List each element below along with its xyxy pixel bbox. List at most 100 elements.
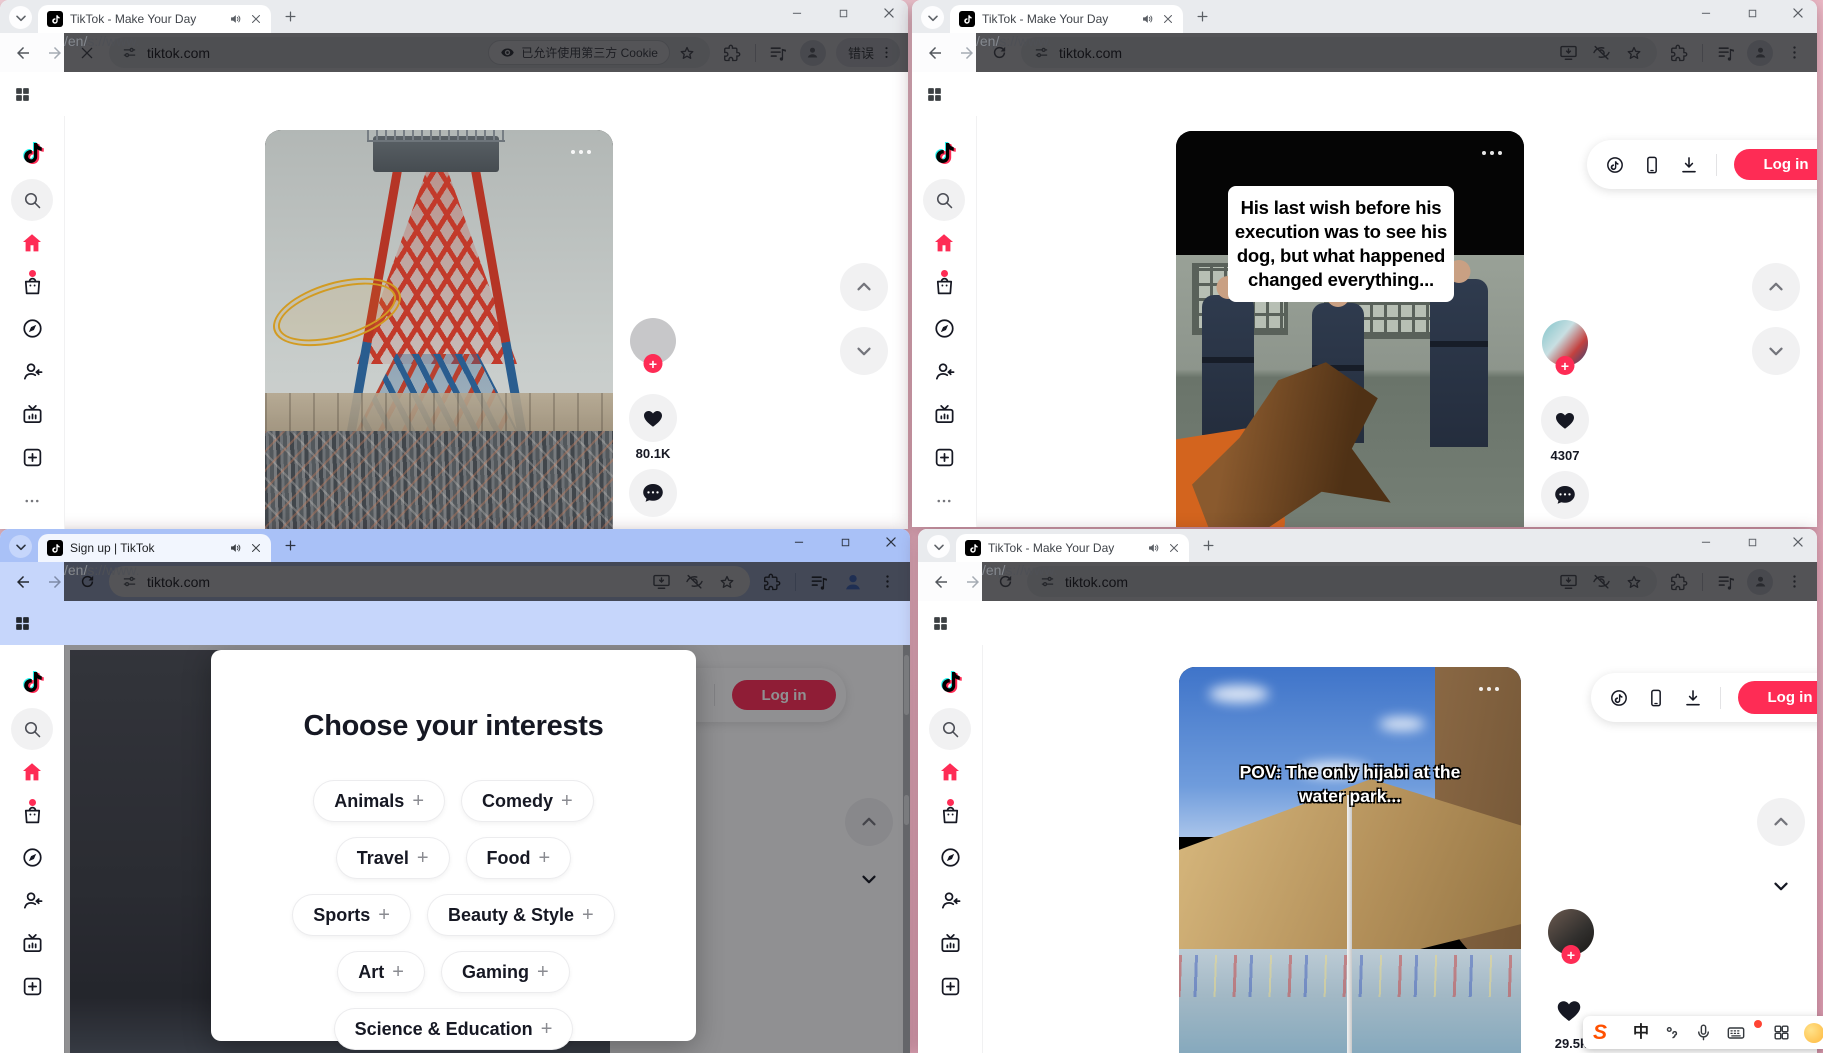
sidebar-upload[interactable]	[21, 965, 44, 1008]
tiktok-logo[interactable]	[931, 138, 957, 168]
sidebar-home[interactable]	[20, 221, 44, 264]
interest-animals[interactable]: Animals+	[314, 781, 444, 821]
new-tab-button[interactable]	[1201, 538, 1216, 553]
creator-avatar[interactable]: +	[1542, 320, 1588, 366]
sidebar-shop[interactable]	[933, 264, 956, 307]
tab-audio-icon[interactable]	[1141, 12, 1155, 26]
sogou-logo[interactable]: S	[1593, 1022, 1607, 1043]
creator-avatar[interactable]: +	[1548, 909, 1594, 955]
video-more-options-icon[interactable]	[1479, 687, 1499, 691]
interest-sports[interactable]: Sports+	[293, 895, 410, 935]
tab-search-button[interactable]	[921, 6, 944, 29]
follow-plus-icon[interactable]: +	[1556, 356, 1575, 375]
maximize-button[interactable]	[832, 2, 854, 24]
sidebar-following[interactable]	[939, 879, 962, 922]
sidebar-explore[interactable]	[21, 307, 44, 350]
sidebar-live[interactable]	[21, 922, 44, 965]
sidebar-search[interactable]	[11, 707, 53, 750]
tab-search-button[interactable]	[9, 6, 32, 29]
punctuation-mode-icon[interactable]	[1662, 1023, 1681, 1042]
sidebar-upload[interactable]	[21, 436, 44, 479]
input-language-toggle[interactable]: 中	[1633, 1025, 1649, 1041]
follow-plus-icon[interactable]: +	[644, 354, 663, 373]
tiktok-logo[interactable]	[937, 667, 963, 697]
url-text[interactable]: https://www.tiktok.com/en/	[147, 574, 652, 590]
download-icon[interactable]	[1683, 688, 1703, 708]
next-video-button[interactable]	[1752, 327, 1800, 375]
sidebar-home[interactable]	[932, 221, 956, 264]
sidebar-following[interactable]	[933, 350, 956, 393]
like-button[interactable]	[629, 394, 677, 442]
video-more-options-icon[interactable]	[571, 150, 591, 154]
next-video-button[interactable]	[1757, 862, 1805, 910]
coins-icon[interactable]	[1605, 155, 1625, 175]
apps-grid-icon[interactable]	[925, 85, 944, 104]
video-player-ride[interactable]	[265, 130, 613, 529]
next-video-button[interactable]	[840, 327, 888, 375]
sidebar-explore[interactable]	[933, 307, 956, 350]
tab-signup[interactable]: Sign up | TikTok	[38, 534, 271, 562]
minimize-button[interactable]	[1695, 531, 1717, 553]
sidebar-explore[interactable]	[939, 836, 962, 879]
address-bar[interactable]: https://www.tiktok.com/en/ 已允许使用第三方 Cook…	[109, 37, 710, 68]
sidebar-more[interactable]	[935, 479, 953, 522]
creator-avatar[interactable]: +	[630, 318, 676, 364]
sidebar-upload[interactable]	[933, 436, 956, 479]
tab-audio-icon[interactable]	[229, 541, 243, 555]
interest-food[interactable]: Food+	[467, 838, 571, 878]
previous-video-button[interactable]	[1752, 263, 1800, 311]
address-bar[interactable]: https://www.tiktok.com/en/	[109, 566, 750, 597]
comment-button[interactable]	[629, 469, 677, 517]
previous-video-button[interactable]	[840, 263, 888, 311]
interest-travel[interactable]: Travel+	[337, 838, 449, 878]
url-text[interactable]: https://www.tiktok.com/en/	[147, 45, 488, 61]
close-button[interactable]	[1787, 531, 1809, 553]
sidebar-live[interactable]	[21, 393, 44, 436]
tab-tiktok[interactable]: TikTok - Make Your Day	[38, 5, 271, 33]
tiktok-logo[interactable]	[19, 667, 45, 697]
minimize-button[interactable]	[786, 2, 808, 24]
tab-search-button[interactable]	[927, 535, 950, 558]
sidebar-shop[interactable]	[21, 264, 44, 307]
like-button[interactable]	[1541, 396, 1589, 444]
login-button[interactable]: Log in	[1734, 149, 1817, 180]
get-app-icon[interactable]	[1642, 155, 1662, 175]
tab-close-icon[interactable]	[250, 542, 262, 554]
sidebar-following[interactable]	[21, 350, 44, 393]
sidebar-shop[interactable]	[939, 793, 962, 836]
close-button[interactable]	[880, 531, 902, 553]
minimize-button[interactable]	[788, 531, 810, 553]
new-tab-button[interactable]	[283, 538, 298, 553]
address-bar[interactable]: https://www.tiktok.com/en/	[1021, 37, 1657, 68]
new-tab-button[interactable]	[283, 9, 298, 24]
coins-icon[interactable]	[1609, 688, 1629, 708]
sidebar-live[interactable]	[939, 922, 962, 965]
new-tab-button[interactable]	[1195, 9, 1210, 24]
apps-grid-icon[interactable]	[13, 614, 32, 633]
tab-tiktok[interactable]: TikTok - Make Your Day	[950, 5, 1183, 33]
minimize-button[interactable]	[1695, 2, 1717, 24]
sidebar-shop[interactable]	[21, 793, 44, 836]
tab-close-icon[interactable]	[1162, 13, 1174, 25]
back-button[interactable]	[8, 38, 38, 68]
back-button[interactable]	[920, 38, 950, 68]
sidebar-home[interactable]	[938, 750, 962, 793]
url-text[interactable]: https://www.tiktok.com/en/	[1065, 574, 1559, 590]
maximize-button[interactable]	[1741, 2, 1763, 24]
back-button[interactable]	[926, 567, 956, 597]
sidebar-explore[interactable]	[21, 836, 44, 879]
voice-input-icon[interactable]	[1694, 1023, 1713, 1042]
tiktok-logo[interactable]	[19, 138, 45, 168]
apps-grid-icon[interactable]	[931, 614, 950, 633]
sidebar-following[interactable]	[21, 879, 44, 922]
sidebar-search[interactable]	[11, 178, 53, 221]
interest-art[interactable]: Art+	[338, 952, 424, 992]
get-app-icon[interactable]	[1646, 688, 1666, 708]
close-button[interactable]	[878, 2, 900, 24]
interest-comedy[interactable]: Comedy+	[462, 781, 593, 821]
maximize-button[interactable]	[1741, 531, 1763, 553]
interest-gaming[interactable]: Gaming+	[442, 952, 569, 992]
tab-close-icon[interactable]	[1168, 542, 1180, 554]
tab-close-icon[interactable]	[250, 13, 262, 25]
sidebar-home[interactable]	[20, 750, 44, 793]
